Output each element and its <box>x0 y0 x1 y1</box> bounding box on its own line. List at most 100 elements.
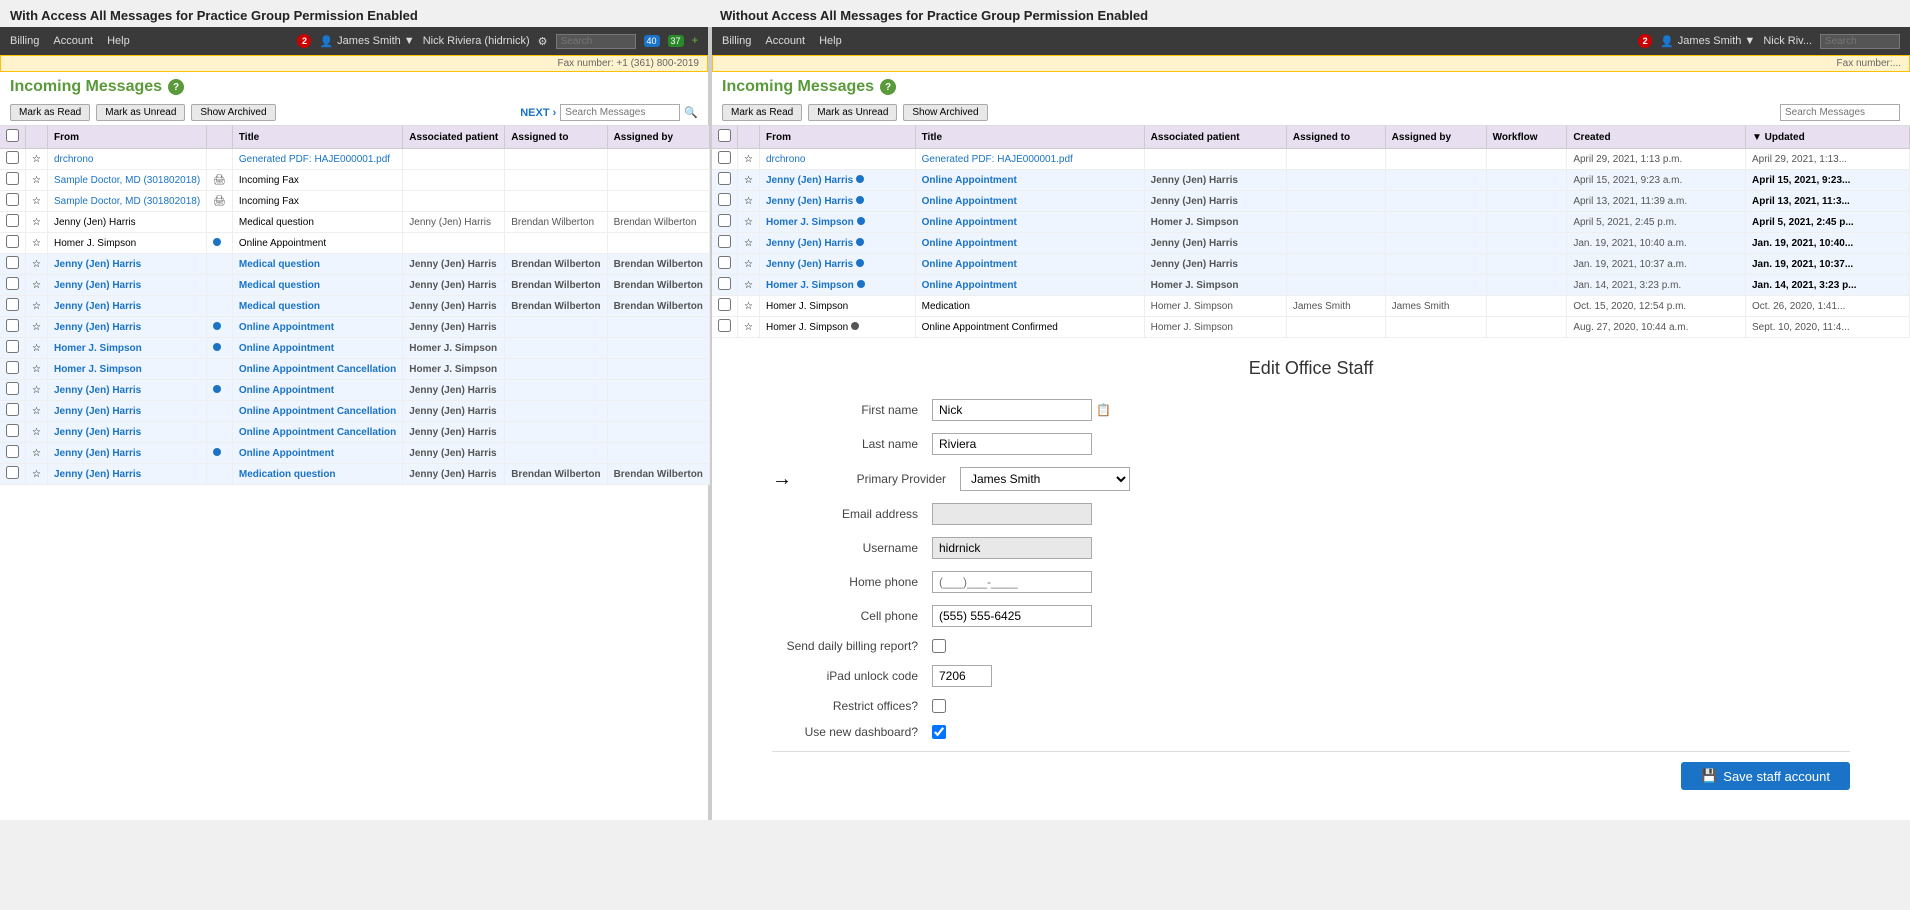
title-link[interactable]: Medication question <box>239 469 336 480</box>
title-link[interactable]: Medical question <box>239 301 320 312</box>
row-star[interactable]: ☆ <box>26 359 48 380</box>
select-all-right[interactable] <box>718 129 731 142</box>
row-star[interactable]: ☆ <box>738 191 760 212</box>
from-link[interactable]: Jenny (Jen) Harris <box>54 301 141 312</box>
print-icon[interactable]: 🖨 <box>213 175 226 186</box>
from-link[interactable]: Jenny (Jen) Harris <box>766 175 853 186</box>
ipad-input[interactable] <box>932 665 992 687</box>
help-link[interactable]: Help <box>107 35 130 47</box>
title-link[interactable]: Online Appointment <box>239 322 334 333</box>
account-link[interactable]: Account <box>53 35 93 47</box>
from-link[interactable]: drchrono <box>54 154 93 165</box>
row-star[interactable]: ☆ <box>26 401 48 422</box>
title-link[interactable]: Online Appointment <box>922 217 1017 228</box>
row-star[interactable]: ☆ <box>738 170 760 191</box>
calendar-icon[interactable]: 📋 <box>1096 403 1111 417</box>
row-star[interactable]: ☆ <box>26 380 48 401</box>
row-check[interactable] <box>0 443 26 464</box>
from-link[interactable]: Jenny (Jen) Harris <box>766 196 853 207</box>
billing-link[interactable]: Billing <box>10 35 39 47</box>
row-star[interactable]: ☆ <box>26 275 48 296</box>
row-star[interactable]: ☆ <box>738 212 760 233</box>
print-icon[interactable]: 🖨 <box>213 196 226 207</box>
title-link[interactable]: Online Appointment <box>922 280 1017 291</box>
last-name-input[interactable] <box>932 433 1092 455</box>
row-star[interactable]: ☆ <box>26 422 48 443</box>
from-link[interactable]: Jenny (Jen) Harris <box>54 406 141 417</box>
search-messages-right[interactable] <box>1780 104 1900 121</box>
row-check[interactable] <box>0 359 26 380</box>
row-star[interactable]: ☆ <box>26 212 48 233</box>
from-link[interactable]: Sample Doctor, MD (301802018) <box>54 175 200 186</box>
mark-read-btn-left[interactable]: Mark as Read <box>10 104 90 121</box>
row-check[interactable] <box>712 191 738 212</box>
help-icon-right[interactable]: ? <box>880 79 896 95</box>
daily-billing-checkbox[interactable] <box>932 639 946 653</box>
from-link[interactable]: Jenny (Jen) Harris <box>54 385 141 396</box>
row-star[interactable]: ☆ <box>738 254 760 275</box>
from-link[interactable]: Jenny (Jen) Harris <box>54 469 141 480</box>
title-link[interactable]: Online Appointment <box>239 385 334 396</box>
row-check[interactable] <box>0 464 26 485</box>
row-check[interactable] <box>0 380 26 401</box>
row-star[interactable]: ☆ <box>26 317 48 338</box>
title-link[interactable]: Generated PDF: HAJE000001.pdf <box>922 154 1073 165</box>
search-icon-left[interactable]: 🔍 <box>684 106 698 119</box>
row-check[interactable] <box>0 422 26 443</box>
row-star[interactable]: ☆ <box>26 254 48 275</box>
row-star[interactable]: ☆ <box>26 170 48 191</box>
row-check[interactable] <box>0 254 26 275</box>
row-check[interactable] <box>712 296 738 317</box>
from-link[interactable]: Jenny (Jen) Harris <box>54 322 141 333</box>
from-link[interactable]: Homer J. Simpson <box>766 217 854 228</box>
from-link[interactable]: drchrono <box>766 154 805 165</box>
title-link[interactable]: Online Appointment <box>239 448 334 459</box>
title-link[interactable]: Medical question <box>239 280 320 291</box>
row-star[interactable]: ☆ <box>26 464 48 485</box>
row-star[interactable]: ☆ <box>26 191 48 212</box>
from-link[interactable]: Jenny (Jen) Harris <box>54 448 141 459</box>
from-link[interactable]: Jenny (Jen) Harris <box>766 259 853 270</box>
mark-read-btn-right[interactable]: Mark as Read <box>722 104 802 121</box>
title-link[interactable]: Medical question <box>239 259 320 270</box>
from-link[interactable]: Sample Doctor, MD (301802018) <box>54 196 200 207</box>
title-link[interactable]: Online Appointment <box>922 175 1017 186</box>
cell-phone-input[interactable] <box>932 605 1092 627</box>
title-link[interactable]: Online Appointment <box>922 196 1017 207</box>
from-link[interactable]: Homer J. Simpson <box>54 343 142 354</box>
billing-link-right[interactable]: Billing <box>722 35 751 47</box>
mark-unread-btn-right[interactable]: Mark as Unread <box>808 104 897 121</box>
search-input[interactable] <box>556 34 636 49</box>
title-link[interactable]: Generated PDF: HAJE000001.pdf <box>239 154 390 165</box>
row-star[interactable]: ☆ <box>738 275 760 296</box>
search-messages-left[interactable] <box>560 104 680 121</box>
title-link[interactable]: Online Appointment <box>922 259 1017 270</box>
row-check[interactable] <box>0 149 26 170</box>
account-link-right[interactable]: Account <box>765 35 805 47</box>
row-star[interactable]: ☆ <box>738 149 760 170</box>
row-check[interactable] <box>0 212 26 233</box>
restrict-checkbox[interactable] <box>932 699 946 713</box>
row-star[interactable]: ☆ <box>738 317 760 338</box>
from-link[interactable]: Homer J. Simpson <box>766 280 854 291</box>
row-check[interactable] <box>0 296 26 317</box>
settings-icon[interactable]: ⚙ <box>538 35 548 48</box>
row-star[interactable]: ☆ <box>26 149 48 170</box>
help-link-right[interactable]: Help <box>819 35 842 47</box>
row-check[interactable] <box>712 212 738 233</box>
from-link[interactable]: Jenny (Jen) Harris <box>54 280 141 291</box>
next-btn[interactable]: NEXT › <box>520 107 556 119</box>
row-star[interactable]: ☆ <box>26 338 48 359</box>
mark-unread-btn-left[interactable]: Mark as Unread <box>96 104 185 121</box>
row-star[interactable]: ☆ <box>738 233 760 254</box>
title-link[interactable]: Online Appointment Cancellation <box>239 406 396 417</box>
row-check[interactable] <box>0 317 26 338</box>
row-check[interactable] <box>0 338 26 359</box>
row-check[interactable] <box>712 275 738 296</box>
row-check[interactable] <box>712 149 738 170</box>
row-check[interactable] <box>712 233 738 254</box>
help-icon-left[interactable]: ? <box>168 79 184 95</box>
from-link[interactable]: Jenny (Jen) Harris <box>54 427 141 438</box>
row-star[interactable]: ☆ <box>26 233 48 254</box>
from-link[interactable]: Jenny (Jen) Harris <box>54 259 141 270</box>
